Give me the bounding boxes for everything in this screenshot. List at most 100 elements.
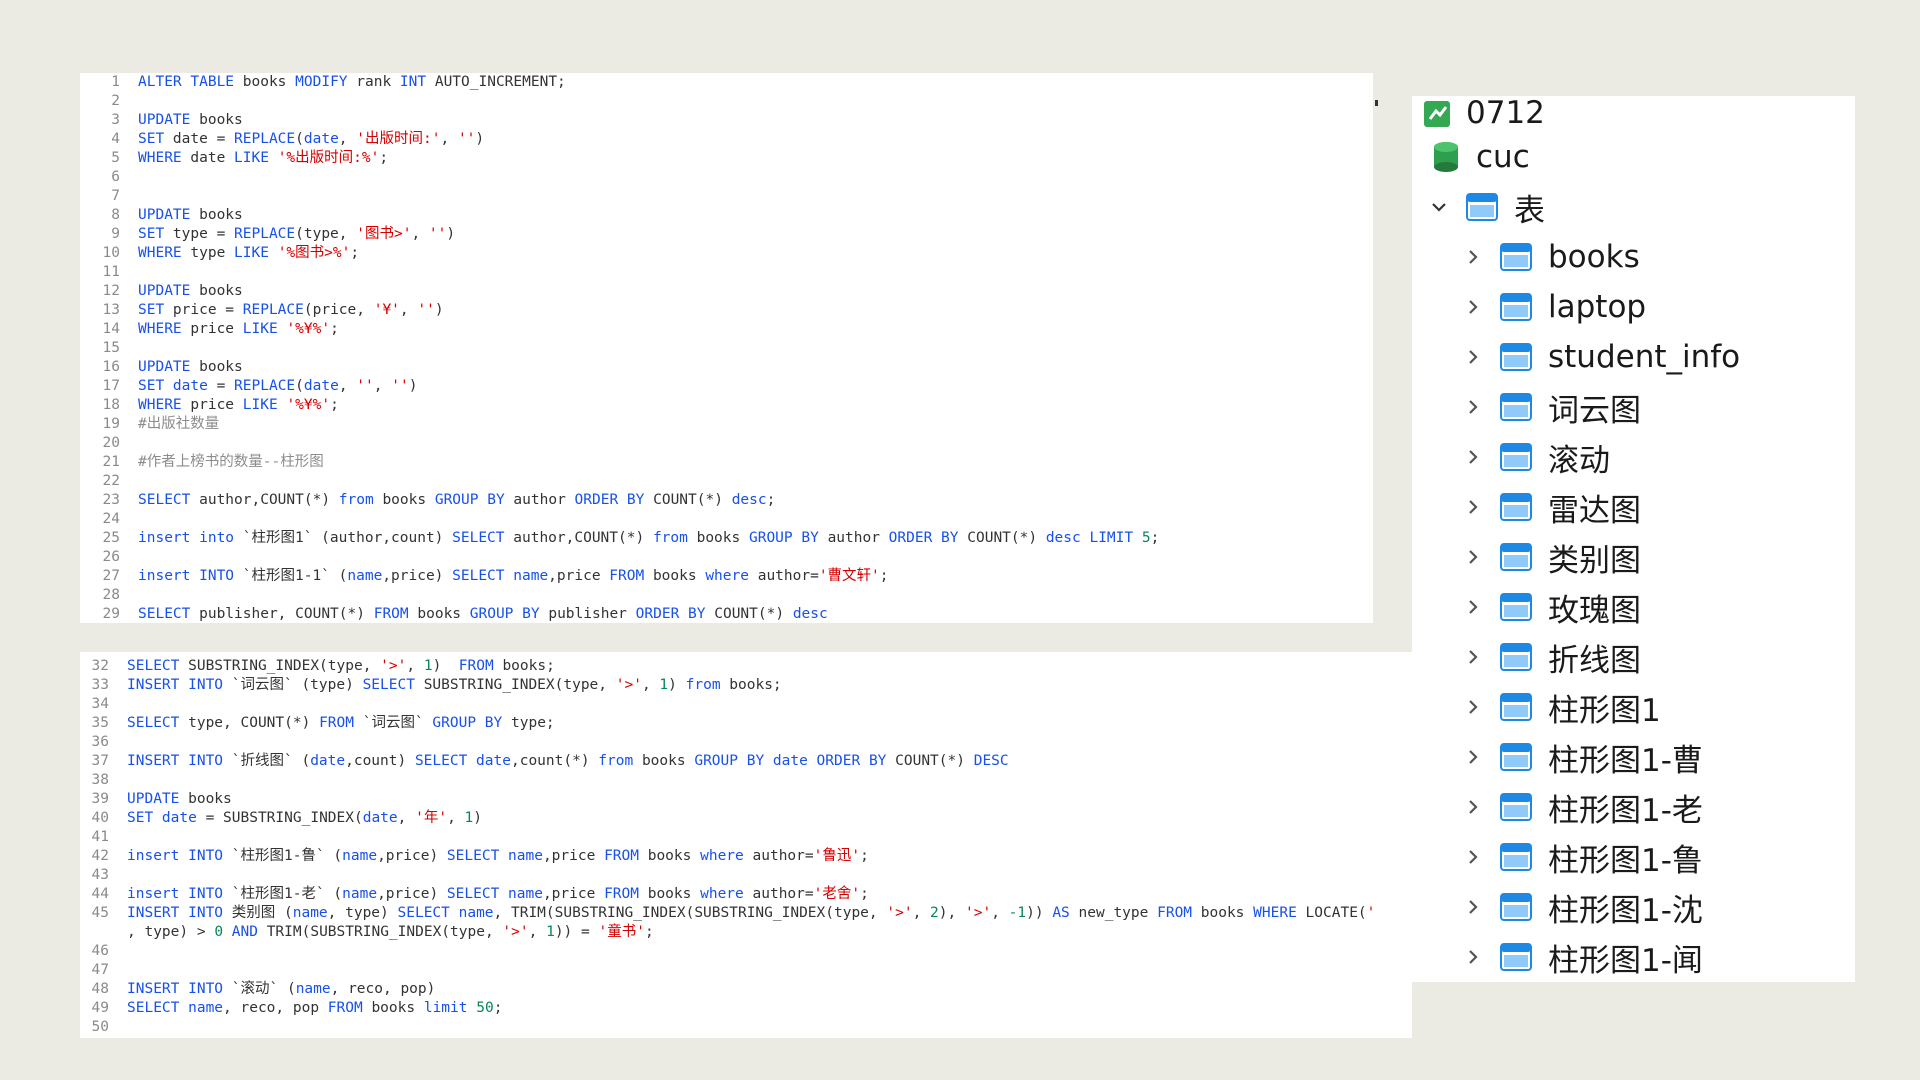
line-number: 43 [91,867,109,883]
tree-table-item[interactable]: 雷达图 [1460,482,1641,532]
code-token: date [362,810,398,826]
code-token: UPDATE [138,207,200,223]
tree-table-item[interactable]: 柱形图1-沈 [1460,882,1703,932]
code-token: AS [1052,905,1079,921]
code-token: , type) [327,905,398,921]
code-line: 45 INSERT INTO 类别图 (name, type) SELECT na… [80,904,1412,923]
tree-table-item[interactable]: student_info [1460,332,1740,382]
chevron-right-icon[interactable] [1460,544,1486,570]
code-token: ) [432,658,459,674]
tree-table-item[interactable]: 词云图 [1460,382,1641,432]
tree-table-item[interactable]: 柱形图1-曹 [1460,732,1703,782]
chevron-down-icon[interactable] [1412,144,1418,170]
tree-table-item[interactable]: 柱形图1 [1460,682,1661,732]
code-token: GROUP BY [432,715,511,731]
code-line: 10 WHERE type LIKE '%图书>%'; [80,244,1373,263]
code-token: ORDER BY [888,530,968,546]
sql-editor-bottom[interactable]: 3132SELECT SUBSTRING_INDEX(type, '>', 1)… [80,652,1412,1038]
table-label: student_info [1548,339,1741,375]
chevron-right-icon[interactable] [1460,444,1486,470]
code-token: date [190,150,235,166]
code-token: price = [172,302,243,318]
code-line: 36 [80,733,1412,752]
sql-editor-top[interactable]: 1 ALTER TABLE books MODIFY rank INT AUTO_… [80,73,1373,623]
code-token: '童书' [598,924,645,940]
code-token: 1 [464,810,474,826]
tree-table-item[interactable]: books [1460,232,1640,282]
chevron-right-icon[interactable] [1460,594,1486,620]
code-token: ) [473,810,483,826]
tree-tables-group[interactable]: 表 [1426,182,1545,232]
code-line: 28 [80,586,1373,605]
table-icon [1500,293,1532,321]
chevron-right-icon[interactable] [1460,644,1486,670]
code-token: 50 [476,1000,494,1016]
database-icon [1432,141,1460,173]
chevron-right-icon[interactable] [1460,244,1486,270]
code-token: SELECT [127,658,189,674]
tree-table-item[interactable]: 柱形图1-鲁 [1460,832,1703,882]
line-number: 34 [91,696,109,712]
chevron-right-icon[interactable] [1460,944,1486,970]
code-token: where [700,886,753,902]
code-token: AND [231,924,267,940]
code-line: 6 [80,168,1373,187]
code-line: 50 [80,1018,1412,1037]
tree-table-item[interactable]: 滚动 [1460,432,1610,482]
code-token: , [338,378,357,394]
code-token: new_type [1078,905,1158,921]
code-token: type; [511,715,555,731]
line-number: 29 [102,606,120,622]
table-icon [1500,743,1532,771]
line-number: 12 [102,283,120,299]
code-token: author= [752,848,814,864]
code-line: 5 WHERE date LIKE '%出版时间:%'; [80,149,1373,168]
code-token: , [528,924,547,940]
tree-database[interactable]: cuc [1412,132,1530,182]
chevron-right-icon[interactable] [1460,744,1486,770]
table-label: 柱形图1-闻 [1548,942,1703,979]
code-token: ) [446,226,456,242]
line-number: 10 [102,245,120,261]
code-token: books [382,492,435,508]
tree-table-item[interactable]: 类别图 [1460,532,1641,582]
tree-table-item[interactable]: 柱形图1-闻 [1460,932,1703,982]
code-token: ; [330,397,339,413]
chevron-right-icon[interactable] [1460,394,1486,420]
code-token: FROM [609,568,653,584]
chevron-right-icon[interactable] [1460,794,1486,820]
chevron-right-icon[interactable] [1460,694,1486,720]
code-token: `柱形图1-1` ( [242,568,348,584]
code-token: ; [860,886,869,902]
code-token: , [641,677,660,693]
tree-table-item[interactable]: 玫瑰图 [1460,582,1641,632]
line-number: 45 [91,905,109,921]
tree-table-item[interactable]: laptop [1460,282,1646,332]
code-token: LIKE [234,245,278,261]
code-token: books [188,791,232,807]
table-icon [1500,343,1532,371]
code-token: ; [379,150,389,166]
code-token: SELECT [452,530,514,546]
line-number: 1 [111,74,120,90]
chevron-right-icon[interactable] [1460,844,1486,870]
code-token: price [190,397,243,413]
tree-table-item[interactable]: 折线图 [1460,632,1641,682]
chevron-right-icon[interactable] [1460,344,1486,370]
line-number: 9 [111,226,120,242]
code-line: 48 INSERT INTO `滚动` (name, reco, pop) [80,980,1412,999]
tree-table-item[interactable]: 柱形图1-老 [1460,782,1703,832]
chevron-right-icon[interactable] [1460,294,1486,320]
line-number: 7 [111,188,120,204]
chevron-right-icon[interactable] [1460,494,1486,520]
chevron-down-icon[interactable] [1426,194,1452,220]
chevron-right-icon[interactable] [1460,894,1486,920]
code-token: name [342,886,378,902]
code-token: `柱形图1-鲁` ( [231,848,343,864]
code-token: from [685,677,730,693]
code-token: , [447,810,465,826]
code-token: books [647,848,701,864]
line-number: 41 [91,829,109,845]
table-label: 柱形图1 [1548,692,1661,729]
code-line: 47 [80,961,1412,980]
